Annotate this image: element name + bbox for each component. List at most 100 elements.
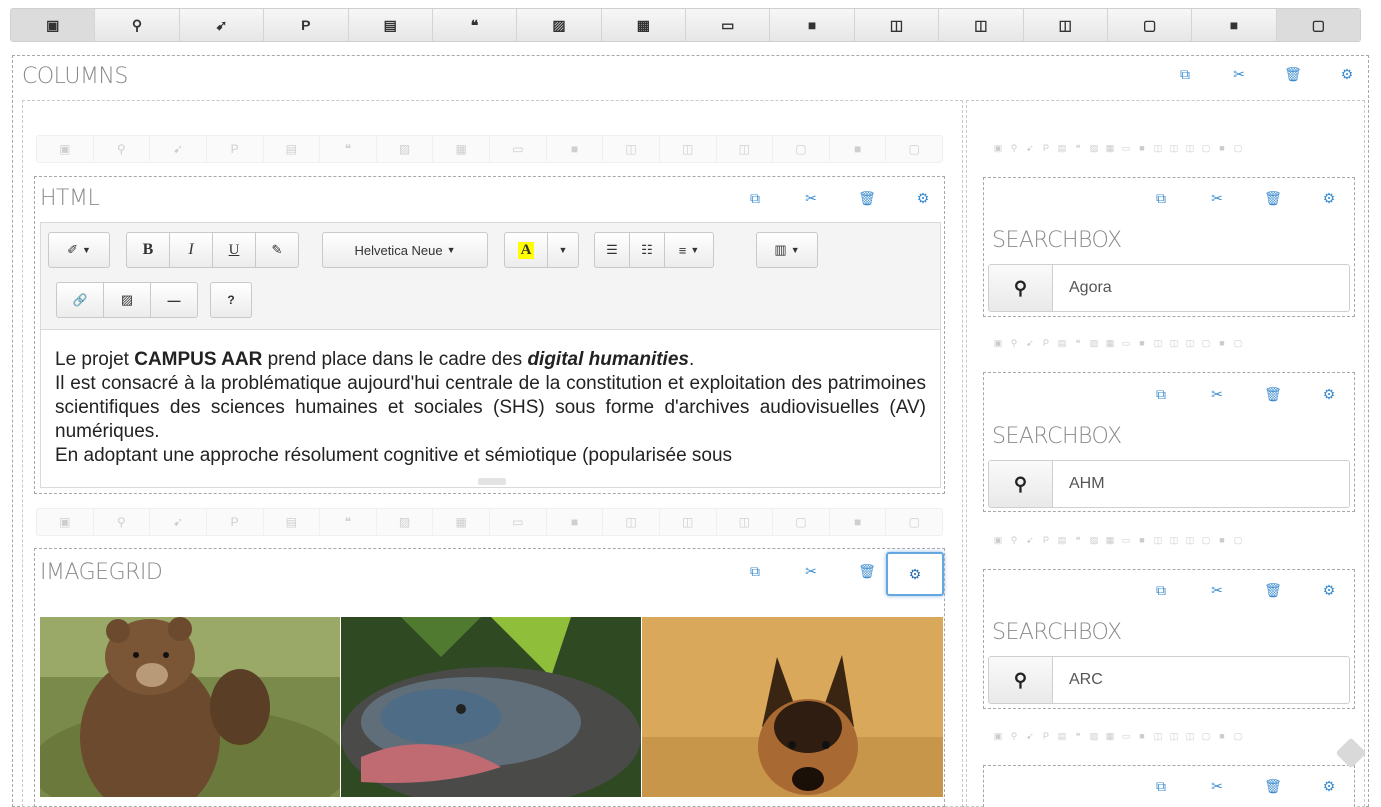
- cut-icon[interactable]: ✂: [1206, 582, 1228, 599]
- rss-icon[interactable]: ➹: [1022, 338, 1038, 349]
- image-icon[interactable]: ▨: [1086, 338, 1102, 349]
- search-icon[interactable]: ⚲: [1006, 143, 1022, 154]
- columns-icon[interactable]: ◫: [660, 509, 717, 535]
- columns-icon[interactable]: ◫: [1166, 338, 1182, 349]
- rss-icon[interactable]: ➹: [1022, 731, 1038, 742]
- folder-open-icon[interactable]: ▢: [1198, 143, 1214, 154]
- settings-icon[interactable]: ⚙: [1318, 778, 1340, 795]
- italic-button[interactable]: I: [169, 232, 213, 268]
- paypal-icon[interactable]: P: [1038, 338, 1054, 348]
- paypal-icon[interactable]: P: [264, 9, 349, 41]
- rss-icon[interactable]: ➹: [1022, 535, 1038, 546]
- folder-icon[interactable]: ■: [1214, 535, 1230, 545]
- columns-icon[interactable]: ◫: [717, 136, 774, 162]
- delete-icon[interactable]: 🗑: [1262, 582, 1284, 599]
- image-dog[interactable]: [642, 617, 943, 797]
- card-icon[interactable]: ▤: [1054, 143, 1070, 154]
- duplicate-icon[interactable]: ⧉: [1150, 778, 1172, 795]
- html-icon[interactable]: ▣: [990, 535, 1006, 546]
- columns-icon[interactable]: ◫: [1182, 143, 1198, 154]
- color-dropdown-button[interactable]: ▼: [547, 232, 579, 268]
- grid-icon[interactable]: ▦: [433, 509, 490, 535]
- text-color-button[interactable]: A: [504, 232, 548, 268]
- settings-icon[interactable]: ⚙: [1318, 582, 1340, 599]
- html-icon[interactable]: ▣: [990, 143, 1006, 154]
- search-input[interactable]: [1053, 657, 1349, 703]
- folder-open-icon[interactable]: ▢: [1198, 338, 1214, 349]
- columns-icon[interactable]: ◫: [939, 9, 1024, 41]
- paypal-icon[interactable]: P: [207, 136, 264, 162]
- card-icon[interactable]: ▤: [1054, 338, 1070, 349]
- search-icon[interactable]: ⚲: [1006, 535, 1022, 546]
- search-icon[interactable]: ⚲: [95, 9, 180, 41]
- paypal-icon[interactable]: P: [207, 509, 264, 535]
- image-lizard[interactable]: [341, 617, 641, 797]
- search-input[interactable]: [1053, 265, 1349, 311]
- cut-icon[interactable]: ✂: [1206, 386, 1228, 403]
- link-button[interactable]: 🔗: [56, 282, 104, 318]
- search-icon[interactable]: ⚲: [989, 265, 1053, 311]
- card-icon[interactable]: ▤: [1054, 731, 1070, 742]
- columns-icon[interactable]: ◫: [1166, 535, 1182, 546]
- folder-icon[interactable]: ■: [1214, 731, 1230, 741]
- ordered-list-button[interactable]: ☷: [629, 232, 665, 268]
- laptop-icon[interactable]: ▭: [1118, 731, 1134, 742]
- folder-icon[interactable]: ■: [1214, 143, 1230, 153]
- html-icon[interactable]: ▣: [11, 9, 96, 41]
- picture-button[interactable]: ▨: [103, 282, 151, 318]
- card-icon[interactable]: ▤: [264, 509, 321, 535]
- delete-icon[interactable]: 🗑: [1262, 778, 1284, 795]
- paste-icon[interactable]: ▢: [1276, 9, 1360, 41]
- underline-button[interactable]: U: [212, 232, 256, 268]
- html-icon[interactable]: ▣: [37, 509, 94, 535]
- unordered-list-button[interactable]: ☰: [594, 232, 630, 268]
- columns-icon[interactable]: ◫: [1166, 143, 1182, 154]
- settings-icon[interactable]: ⚙: [910, 190, 936, 207]
- rss-icon[interactable]: ➹: [150, 136, 207, 162]
- grid-icon[interactable]: ▦: [1102, 535, 1118, 546]
- search-icon[interactable]: ⚲: [989, 461, 1053, 507]
- duplicate-icon[interactable]: ⧉: [1150, 190, 1172, 207]
- video-icon[interactable]: ■: [1134, 535, 1150, 545]
- delete-icon[interactable]: 🗑: [1280, 66, 1306, 83]
- bold-button[interactable]: B: [126, 232, 170, 268]
- paypal-icon[interactable]: P: [1038, 731, 1054, 741]
- folder-open-icon[interactable]: ▢: [1198, 535, 1214, 546]
- cut-icon[interactable]: ✂: [798, 563, 824, 580]
- video-icon[interactable]: ■: [770, 9, 855, 41]
- video-icon[interactable]: ■: [547, 136, 604, 162]
- duplicate-icon[interactable]: ⧉: [1150, 386, 1172, 403]
- laptop-icon[interactable]: ▭: [1118, 338, 1134, 349]
- settings-icon[interactable]: ⚙: [1334, 66, 1360, 83]
- columns-icon[interactable]: ◫: [1150, 143, 1166, 154]
- paypal-icon[interactable]: P: [1038, 143, 1054, 153]
- html-icon[interactable]: ▣: [37, 136, 94, 162]
- folder-open-icon[interactable]: ▢: [773, 509, 830, 535]
- paste-icon[interactable]: ▢: [886, 509, 942, 535]
- help-button[interactable]: ?: [210, 282, 252, 318]
- video-icon[interactable]: ■: [1134, 338, 1150, 348]
- image-icon[interactable]: ▨: [377, 509, 434, 535]
- rss-icon[interactable]: ➹: [1022, 143, 1038, 154]
- grid-icon[interactable]: ▦: [1102, 143, 1118, 154]
- html-icon[interactable]: ▣: [990, 338, 1006, 349]
- columns-icon[interactable]: ◫: [1166, 731, 1182, 742]
- quote-icon[interactable]: ❝: [1070, 535, 1086, 546]
- font-family-dropdown[interactable]: Helvetica Neue ▼: [322, 232, 488, 268]
- delete-icon[interactable]: 🗑: [1262, 190, 1284, 207]
- columns-icon[interactable]: ◫: [1150, 338, 1166, 349]
- columns-icon[interactable]: ◫: [1182, 338, 1198, 349]
- style-dropdown[interactable]: ✐ ▼: [48, 232, 110, 268]
- rss-icon[interactable]: ➹: [180, 9, 265, 41]
- duplicate-icon[interactable]: ⧉: [1172, 66, 1198, 83]
- card-icon[interactable]: ▤: [264, 136, 321, 162]
- settings-icon[interactable]: ⚙: [1318, 386, 1340, 403]
- delete-icon[interactable]: 🗑: [854, 563, 880, 580]
- folder-open-icon[interactable]: ▢: [1108, 9, 1193, 41]
- quote-icon[interactable]: ❝: [1070, 338, 1086, 349]
- folder-icon[interactable]: ■: [830, 509, 887, 535]
- image-icon[interactable]: ▨: [1086, 731, 1102, 742]
- search-icon[interactable]: ⚲: [94, 136, 151, 162]
- paste-icon[interactable]: ▢: [886, 136, 942, 162]
- columns-icon[interactable]: ◫: [1182, 535, 1198, 546]
